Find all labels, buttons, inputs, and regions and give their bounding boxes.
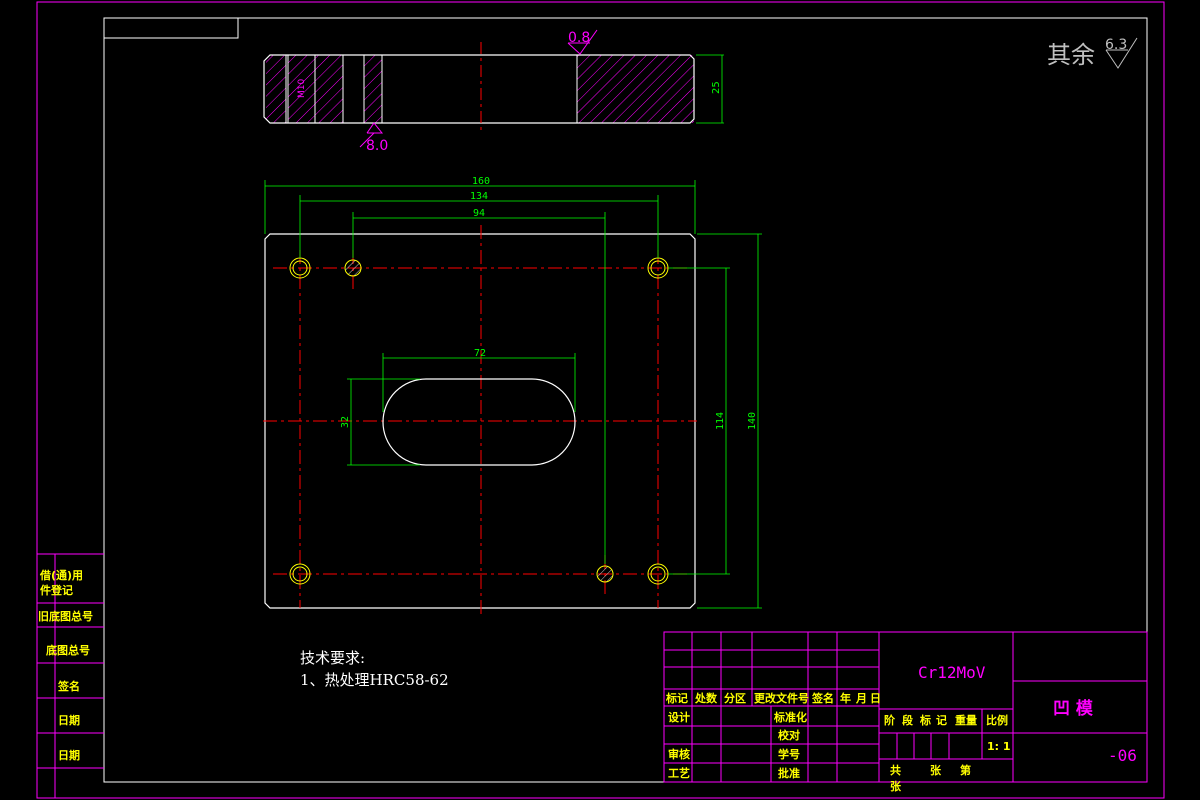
- role-student-id: 学号: [778, 747, 800, 761]
- role-check: 审核: [668, 747, 690, 761]
- cad-drawing: 借(通)用 件登记 旧底图总号 底图总号 签名 日期 日期 其余 6.3 M10…: [36, 1, 1165, 799]
- stage-header-weight: 重量: [955, 713, 977, 727]
- sheet-zhang: 张: [930, 763, 942, 777]
- material: Cr12MoV: [918, 663, 986, 682]
- pin-hole-bottom: [596, 565, 614, 583]
- general-roughness-value: 6.3: [1105, 37, 1127, 53]
- dim-overall-height: 140: [747, 412, 758, 430]
- dim-overall-width: 160: [472, 176, 490, 187]
- strip-label-4: 底图总号: [46, 643, 90, 657]
- notes-title: 技术要求:: [300, 649, 365, 667]
- stage-header-2: 段: [902, 713, 913, 727]
- role-standard: 标准化: [773, 710, 807, 724]
- part-name: 凹 模: [1053, 698, 1094, 719]
- sheet-di: 第: [960, 763, 971, 777]
- strip-label-7: 日期: [58, 748, 80, 762]
- side-view: M10 25 0.8 8.0: [263, 29, 724, 154]
- rev-header-count: 处数: [694, 691, 718, 705]
- rev-header-month: 月: [855, 692, 867, 705]
- strip-label-5: 签名: [57, 679, 80, 693]
- general-roughness-label: 其余: [1047, 41, 1095, 69]
- dim-hole-spacing-x: 134: [470, 191, 488, 202]
- notes-item-1: 1、热处理HRC58-62: [300, 671, 449, 689]
- dim-slot-width: 32: [340, 416, 351, 428]
- rev-header-day: 日: [870, 692, 881, 705]
- role-craft: 工艺: [668, 766, 690, 780]
- strip-label-3: 旧底图总号: [38, 609, 93, 623]
- stage-header-1: 阶: [884, 713, 896, 727]
- drawing-number: -06: [1108, 746, 1137, 765]
- sheet-total: 共: [890, 763, 901, 777]
- strip-label-2: 件登记: [40, 583, 73, 597]
- thickness-dim: 25: [711, 81, 722, 94]
- stage-header-4: 记: [936, 714, 947, 727]
- dim-hole-spacing-y: 114: [715, 412, 726, 430]
- stage-header-scale: 比例: [986, 713, 1008, 727]
- die-slot: [382, 378, 576, 466]
- technical-notes: 技术要求: 1、热处理HRC58-62: [300, 649, 449, 689]
- rev-header-docno: 更改文件号: [754, 691, 809, 705]
- strip-label-6: 日期: [58, 713, 80, 727]
- rev-header-sign: 签名: [811, 691, 834, 705]
- dim-pin-spacing: 94: [473, 208, 485, 219]
- thread-label: M10: [297, 79, 307, 98]
- strip-label-1: 借(通)用: [39, 568, 83, 582]
- sheet-zhang-2: 张: [890, 779, 902, 793]
- rev-header-mark: 标记: [665, 691, 688, 705]
- general-roughness: 其余 6.3: [1047, 37, 1138, 69]
- role-approve: 批准: [778, 766, 800, 780]
- dim-slot-length: 72: [474, 348, 486, 359]
- rev-header-zone: 分区: [724, 691, 746, 705]
- plan-view: 160 134 94 72 32 114 140: [263, 176, 762, 616]
- role-design: 设计: [668, 710, 690, 724]
- pin-hole-top: [344, 259, 362, 277]
- role-proofread: 校对: [778, 728, 800, 742]
- scale-value: 1: 1: [987, 740, 1011, 753]
- stage-header-3: 标: [919, 713, 931, 727]
- rev-header-year: 年: [840, 691, 851, 705]
- bottom-roughness-value: 8.0: [366, 138, 388, 154]
